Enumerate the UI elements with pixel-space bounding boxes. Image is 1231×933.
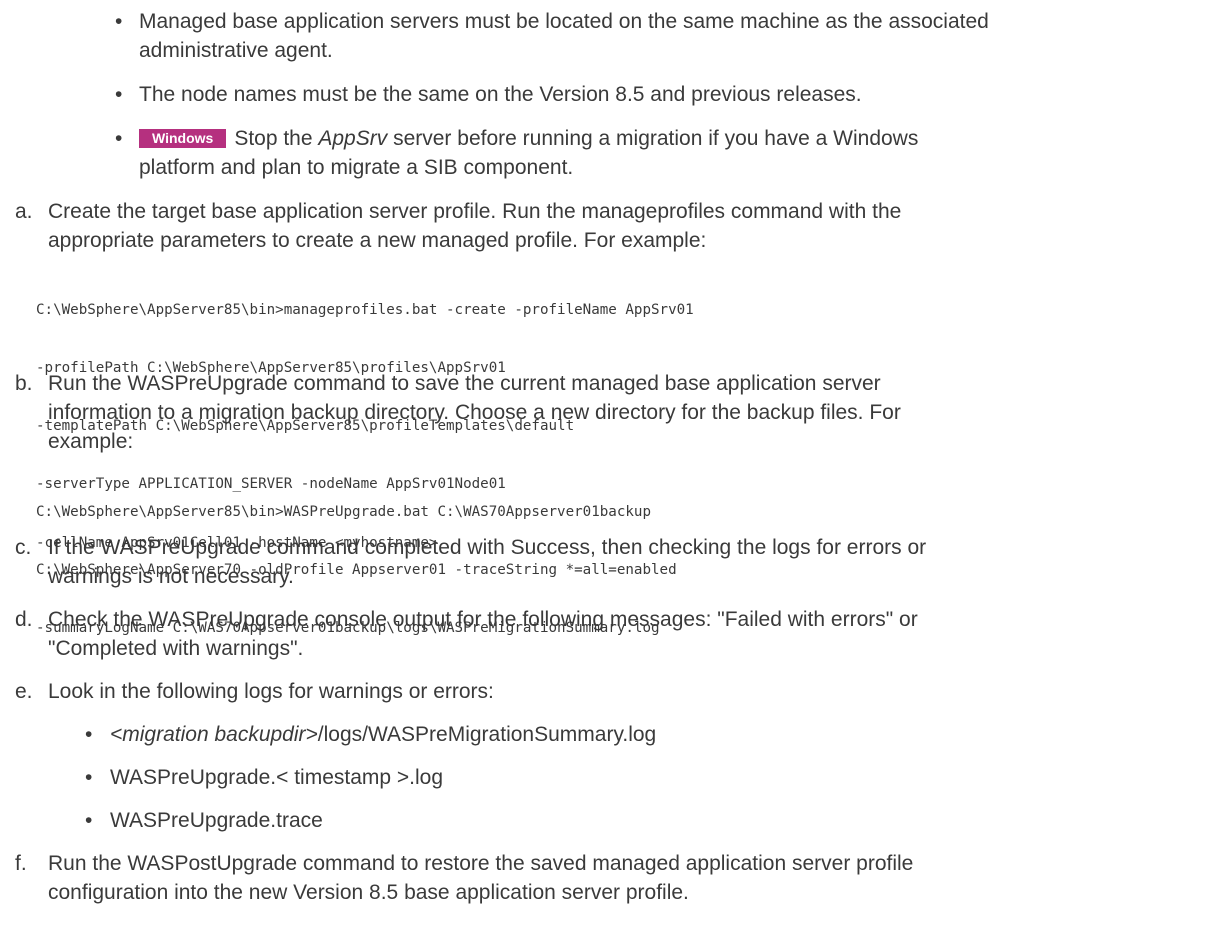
bullet-marker: • <box>85 809 93 832</box>
bullet-marker: • <box>85 766 93 789</box>
bullet-marker: • <box>85 723 93 746</box>
bullet-item-3: Windows Stop the AppSrv server before run… <box>139 124 918 182</box>
bullet-item-1: Managed base application servers must be… <box>139 7 989 65</box>
log-item: WASPreUpgrade.< timestamp >.log <box>110 766 444 789</box>
bullet-marker: • <box>115 10 123 33</box>
step-d: Check the WASPreUpgrade console output f… <box>48 608 918 660</box>
log-item: WASPreUpgrade.trace <box>110 809 323 832</box>
step-b: Run the WASPreUpgrade command to save th… <box>48 372 901 453</box>
bullet-marker: • <box>115 127 123 150</box>
step-marker: e. <box>15 680 33 703</box>
step-a: Create the target base application serve… <box>48 200 902 252</box>
step-marker: b. <box>15 372 33 395</box>
bullet-text: platform and plan to migrate a SIB compo… <box>139 156 574 179</box>
step-marker: f. <box>15 852 27 875</box>
step-marker: a. <box>15 200 33 223</box>
step-e: Look in the following logs for warnings … <box>48 680 494 703</box>
step-marker: d. <box>15 608 33 631</box>
bullet-text: administrative agent. <box>139 39 333 62</box>
windows-platform-badge: Windows <box>139 129 227 148</box>
step-c: If the WASPreUpgrade command completed w… <box>48 536 927 588</box>
step-marker: c. <box>15 536 32 559</box>
bullet-text: The node names must be the same on the V… <box>139 83 862 106</box>
bullet-item-2: The node names must be the same on the V… <box>139 80 862 109</box>
server-name: AppSrv <box>318 127 388 150</box>
log-item: <migration backupdir>/logs/WASPreMigrati… <box>110 723 657 746</box>
step-f: Run the WASPostUpgrade command to restor… <box>48 852 914 904</box>
bullet-text: Managed base application servers must be… <box>139 10 989 33</box>
bullet-marker: • <box>115 83 123 106</box>
log-path-placeholder: <migration backupdir> <box>110 723 318 746</box>
document-page: • Managed base application servers must … <box>0 0 1231 933</box>
